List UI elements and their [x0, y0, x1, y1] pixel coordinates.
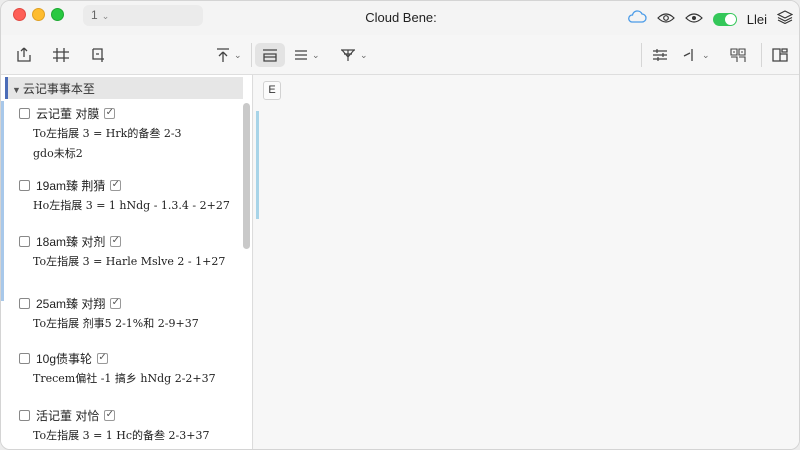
preview-eye-icon[interactable] [684, 11, 703, 29]
layers-icon[interactable] [776, 10, 794, 29]
note-checkbox[interactable] [19, 352, 30, 364]
window-title: Cloud Bene: [365, 10, 437, 25]
crop-icon[interactable] [89, 43, 107, 67]
export-icon[interactable] [15, 43, 33, 67]
sidebar-scrollbar[interactable] [243, 103, 250, 249]
toolbar: ⌄ ⌄ ⌄ ⌄ [1, 35, 799, 75]
tab-selector[interactable]: 1 ⌄ [83, 5, 203, 26]
notebook-header[interactable]: ▼ 云记事事本至 [5, 77, 243, 99]
minimize-window-button[interactable] [32, 8, 45, 21]
note-line: To左指展 3 = Harle Mslve 2 - 1+27 [33, 255, 226, 268]
selection-accent [1, 101, 4, 301]
toggle-label: Llei [746, 12, 767, 27]
note-title: 10g债事轮 [36, 351, 93, 366]
settings-sliders-icon[interactable] [651, 43, 669, 67]
zoom-window-button[interactable] [51, 8, 64, 21]
notebook-title: 云记事事本至 [22, 82, 95, 96]
cursor-icon[interactable]: ⌄ [681, 43, 710, 67]
app-window: 1 ⌄ Cloud Bene: Llei ⌄ ⌄ ⌄ ⌄ ▼ 云记事事本至 云记… [0, 0, 800, 450]
adjust-icon[interactable] [51, 43, 71, 67]
cursor-accent [256, 111, 259, 219]
note-checkbox[interactable] [19, 235, 30, 247]
note-line: To左指展 3 = Hrk的备叁 2-3 [33, 127, 182, 140]
panel-icon[interactable] [771, 43, 789, 67]
note-line: To左指展 3 = 1 Hc的备叁 2-3+37 [33, 429, 210, 442]
note-item[interactable]: 活记董 对恰 ✓ To左指展 3 = 1 Hc的备叁 2-3+37 [19, 407, 243, 443]
note-checkbox[interactable] [19, 107, 30, 119]
note-item[interactable]: 19am臻 荆猜 ✓ Ho左指展 3 = 1 hNdg - 1.3.4 - 2+2… [19, 177, 243, 213]
note-line: Trecem偏社 -1 搞乡 hNdg 2-2+37 [33, 372, 216, 385]
disclosure-triangle-icon[interactable]: ▼ [12, 85, 21, 95]
checkmark-icon: ✓ [110, 297, 122, 309]
toolbar-separator [641, 43, 642, 67]
note-line: gdo未标2 [33, 147, 83, 160]
note-item[interactable]: 10g债事轮 ✓ Trecem偏社 -1 搞乡 hNdg 2-2+37 [19, 350, 243, 386]
checkmark-icon: ✓ [104, 409, 116, 421]
checkmark-icon: ✓ [97, 352, 109, 364]
checkmark-icon: ✓ [104, 107, 116, 119]
close-window-button[interactable] [13, 8, 26, 21]
note-checkbox[interactable] [19, 297, 30, 309]
note-checkbox[interactable] [19, 179, 30, 191]
filter-icon[interactable]: ⌄ [339, 43, 368, 67]
sync-toggle[interactable] [712, 13, 737, 26]
checkmark-icon: ✓ [110, 235, 122, 247]
toolbar-separator [251, 43, 252, 67]
chevron-down-icon: ⌄ [101, 11, 110, 21]
note-title: 18am臻 对剂 [36, 234, 106, 249]
toolbar-separator [761, 43, 762, 67]
note-item[interactable]: 18am臻 对剂 ✓ To左指展 3 = Harle Mslve 2 - 1+27 [19, 233, 243, 269]
grid-icon[interactable] [729, 43, 747, 67]
format-button[interactable]: E [263, 81, 281, 100]
note-title: 云记董 对膜 [36, 106, 100, 121]
note-line: Ho左指展 3 = 1 hNdg - 1.3.4 - 2+27 [33, 199, 230, 212]
note-item[interactable]: 25am臻 对翔 ✓ To左指展 剂事5 2-1%和 2-9+37 [19, 295, 243, 331]
eye-icon[interactable] [656, 11, 675, 29]
upload-icon[interactable]: ⌄ [215, 43, 242, 67]
cloud-icon[interactable] [627, 10, 647, 29]
layout-icon[interactable] [255, 43, 285, 67]
align-icon[interactable]: ⌄ [293, 43, 320, 67]
checkmark-icon: ✓ [110, 179, 122, 191]
tab-label: 1 [91, 8, 98, 22]
note-item[interactable]: 云记董 对膜 ✓ To左指展 3 = Hrk的备叁 2-3 gdo未标2 [19, 105, 243, 161]
notes-sidebar: ▼ 云记事事本至 云记董 对膜 ✓ To左指展 3 = Hrk的备叁 2-3 gdo… [1, 75, 253, 449]
note-checkbox[interactable] [19, 409, 30, 421]
title-bar: 1 ⌄ Cloud Bene: Llei [1, 1, 799, 35]
titlebar-controls: Llei [627, 10, 794, 29]
note-title: 活记董 对恰 [36, 408, 100, 423]
note-title: 19am臻 荆猜 [36, 178, 106, 193]
note-line: To左指展 剂事5 2-1%和 2-9+37 [33, 317, 199, 330]
note-title: 25am臻 对翔 [36, 296, 106, 311]
note-editor[interactable]: E [254, 75, 799, 449]
